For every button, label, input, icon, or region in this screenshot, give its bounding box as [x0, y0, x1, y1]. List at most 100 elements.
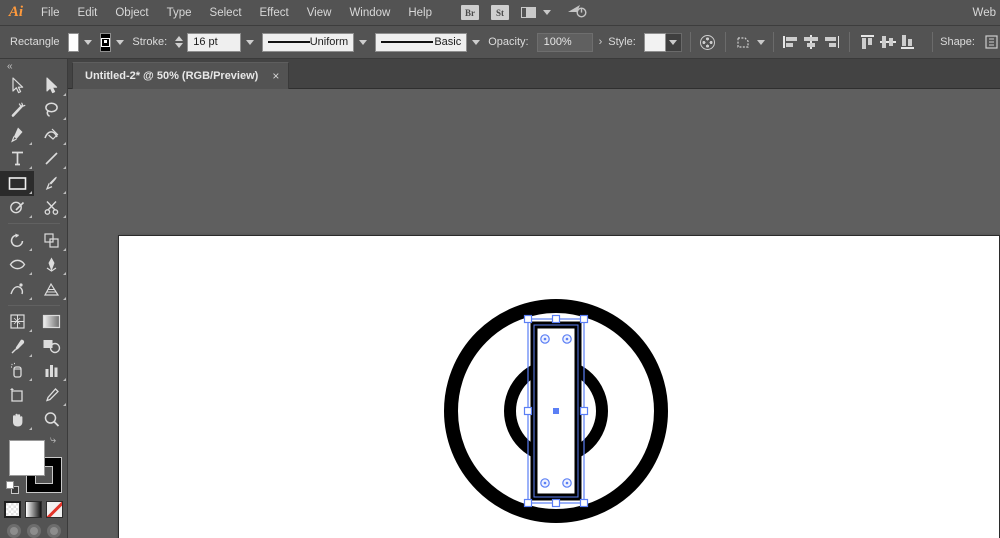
sync-settings-icon[interactable] [567, 3, 587, 23]
collapse-panel-icon[interactable]: « [0, 59, 67, 73]
stroke-swatch[interactable] [99, 32, 112, 52]
style-dropdown-icon [665, 32, 682, 52]
mesh-tool[interactable] [0, 310, 34, 335]
fill-stroke-control: ⤷ [0, 435, 68, 497]
zoom-tool[interactable] [34, 408, 68, 433]
free-transform-tool[interactable] [34, 253, 68, 278]
pen-tool[interactable] [0, 122, 34, 147]
menu-type[interactable]: Type [158, 0, 201, 26]
gradient-tool[interactable] [34, 310, 68, 335]
artwork [444, 299, 668, 523]
align-right-icon[interactable] [823, 32, 840, 52]
bridge-button[interactable]: Br [461, 5, 479, 20]
draw-behind-button[interactable] [26, 524, 41, 538]
close-icon[interactable]: × [272, 70, 279, 82]
stroke-weight-dropdown-icon[interactable] [246, 39, 255, 45]
slice-tool[interactable] [34, 383, 68, 408]
brush-dropdown-icon[interactable] [472, 39, 481, 45]
drawing-mode-bar [0, 524, 67, 538]
menu-object[interactable]: Object [106, 0, 157, 26]
align-bottom-icon[interactable] [900, 32, 916, 52]
paint-mode-bar [0, 501, 67, 518]
transform-shape-icon[interactable] [736, 32, 753, 52]
shape-builder-tool[interactable] [0, 277, 34, 302]
stroke-profile-select[interactable]: Uniform [262, 32, 355, 52]
transform-dropdown-icon[interactable] [756, 39, 765, 45]
menu-effect[interactable]: Effect [251, 0, 298, 26]
opacity-options-icon[interactable]: › [599, 36, 603, 48]
menu-edit[interactable]: Edit [69, 0, 107, 26]
eyedropper-tool[interactable] [0, 334, 34, 359]
align-top-icon[interactable] [860, 32, 876, 52]
menu-file[interactable]: File [32, 0, 69, 26]
selection-tool[interactable] [0, 73, 34, 98]
selected-object-label: Rectangle [10, 36, 60, 48]
tools-panel: « ⤷ [0, 59, 68, 538]
stock-button[interactable]: St [491, 5, 509, 20]
control-bar: Rectangle Stroke: 16 pt Uniform Basic Op… [0, 26, 1000, 59]
symbol-sprayer-tool[interactable] [0, 359, 34, 384]
rotate-tool[interactable] [0, 228, 34, 253]
gradient-mode-button[interactable] [25, 501, 42, 518]
shape-properties-icon[interactable] [985, 32, 998, 52]
menu-select[interactable]: Select [201, 0, 251, 26]
align-vertical-center-icon[interactable] [879, 32, 896, 52]
stroke-profile-label: Uniform [309, 36, 349, 48]
direct-selection-tool[interactable] [34, 73, 68, 98]
lasso-tool[interactable] [34, 98, 68, 123]
swap-fill-stroke-icon[interactable]: ⤷ [50, 435, 62, 447]
menu-help[interactable]: Help [399, 0, 441, 26]
opacity-input[interactable]: 100% [536, 32, 593, 52]
color-mode-button[interactable] [4, 501, 21, 518]
shape-label: Shape: [940, 36, 975, 48]
stroke-dropdown-icon[interactable] [116, 39, 125, 45]
recolor-artwork-icon[interactable] [700, 32, 716, 52]
brush-label: Basic [434, 36, 462, 48]
brush-preview [381, 41, 434, 43]
style-label: Style: [608, 36, 636, 48]
document-tab-label: Untitled-2* @ 50% (RGB/Preview) [85, 70, 259, 82]
hand-tool[interactable] [0, 408, 34, 433]
workspace-switcher[interactable]: Web [973, 7, 996, 19]
style-swatch [643, 32, 666, 52]
graphic-style-select[interactable] [643, 32, 682, 52]
tools-divider [0, 220, 68, 228]
stroke-weight-input[interactable]: 16 pt [187, 32, 242, 52]
shaper-tool[interactable] [0, 196, 34, 221]
rectangle-tool[interactable] [0, 171, 34, 196]
document-tab-bar: Untitled-2* @ 50% (RGB/Preview) × [0, 59, 1000, 89]
chevron-down-icon [543, 10, 551, 15]
blend-tool[interactable] [34, 334, 68, 359]
scissors-tool[interactable] [34, 196, 68, 221]
artboard[interactable] [118, 235, 1000, 538]
stroke-profile-dropdown-icon[interactable] [359, 39, 368, 45]
brush-definition-select[interactable]: Basic [375, 32, 468, 52]
draw-inside-button[interactable] [46, 524, 61, 538]
arrange-documents-icon[interactable] [521, 7, 551, 18]
scale-tool[interactable] [34, 228, 68, 253]
app-logo-icon: Ai [8, 4, 24, 20]
curvature-tool[interactable] [34, 122, 68, 147]
document-tab[interactable]: Untitled-2* @ 50% (RGB/Preview) × [72, 62, 290, 89]
column-graph-tool[interactable] [34, 359, 68, 384]
align-left-icon[interactable] [783, 32, 799, 52]
line-segment-tool[interactable] [34, 147, 68, 172]
paintbrush-tool[interactable] [34, 171, 68, 196]
type-tool[interactable] [0, 147, 34, 172]
draw-normal-button[interactable] [6, 524, 21, 538]
stroke-weight-stepper[interactable] [175, 36, 184, 48]
align-horizontal-center-icon[interactable] [803, 32, 819, 52]
fill-swatch[interactable] [67, 32, 79, 52]
menu-window[interactable]: Window [340, 0, 399, 26]
fill-color-swatch[interactable] [9, 440, 45, 476]
menu-view[interactable]: View [298, 0, 341, 26]
fill-dropdown-icon[interactable] [83, 39, 92, 45]
tools-grid [0, 73, 68, 432]
canvas-area[interactable] [68, 89, 1000, 538]
magic-wand-tool[interactable] [0, 98, 34, 123]
width-tool[interactable] [0, 253, 34, 278]
artboard-tool[interactable] [0, 383, 34, 408]
default-fill-stroke-icon[interactable] [6, 481, 20, 495]
none-mode-button[interactable] [46, 501, 63, 518]
perspective-grid-tool[interactable] [34, 277, 68, 302]
